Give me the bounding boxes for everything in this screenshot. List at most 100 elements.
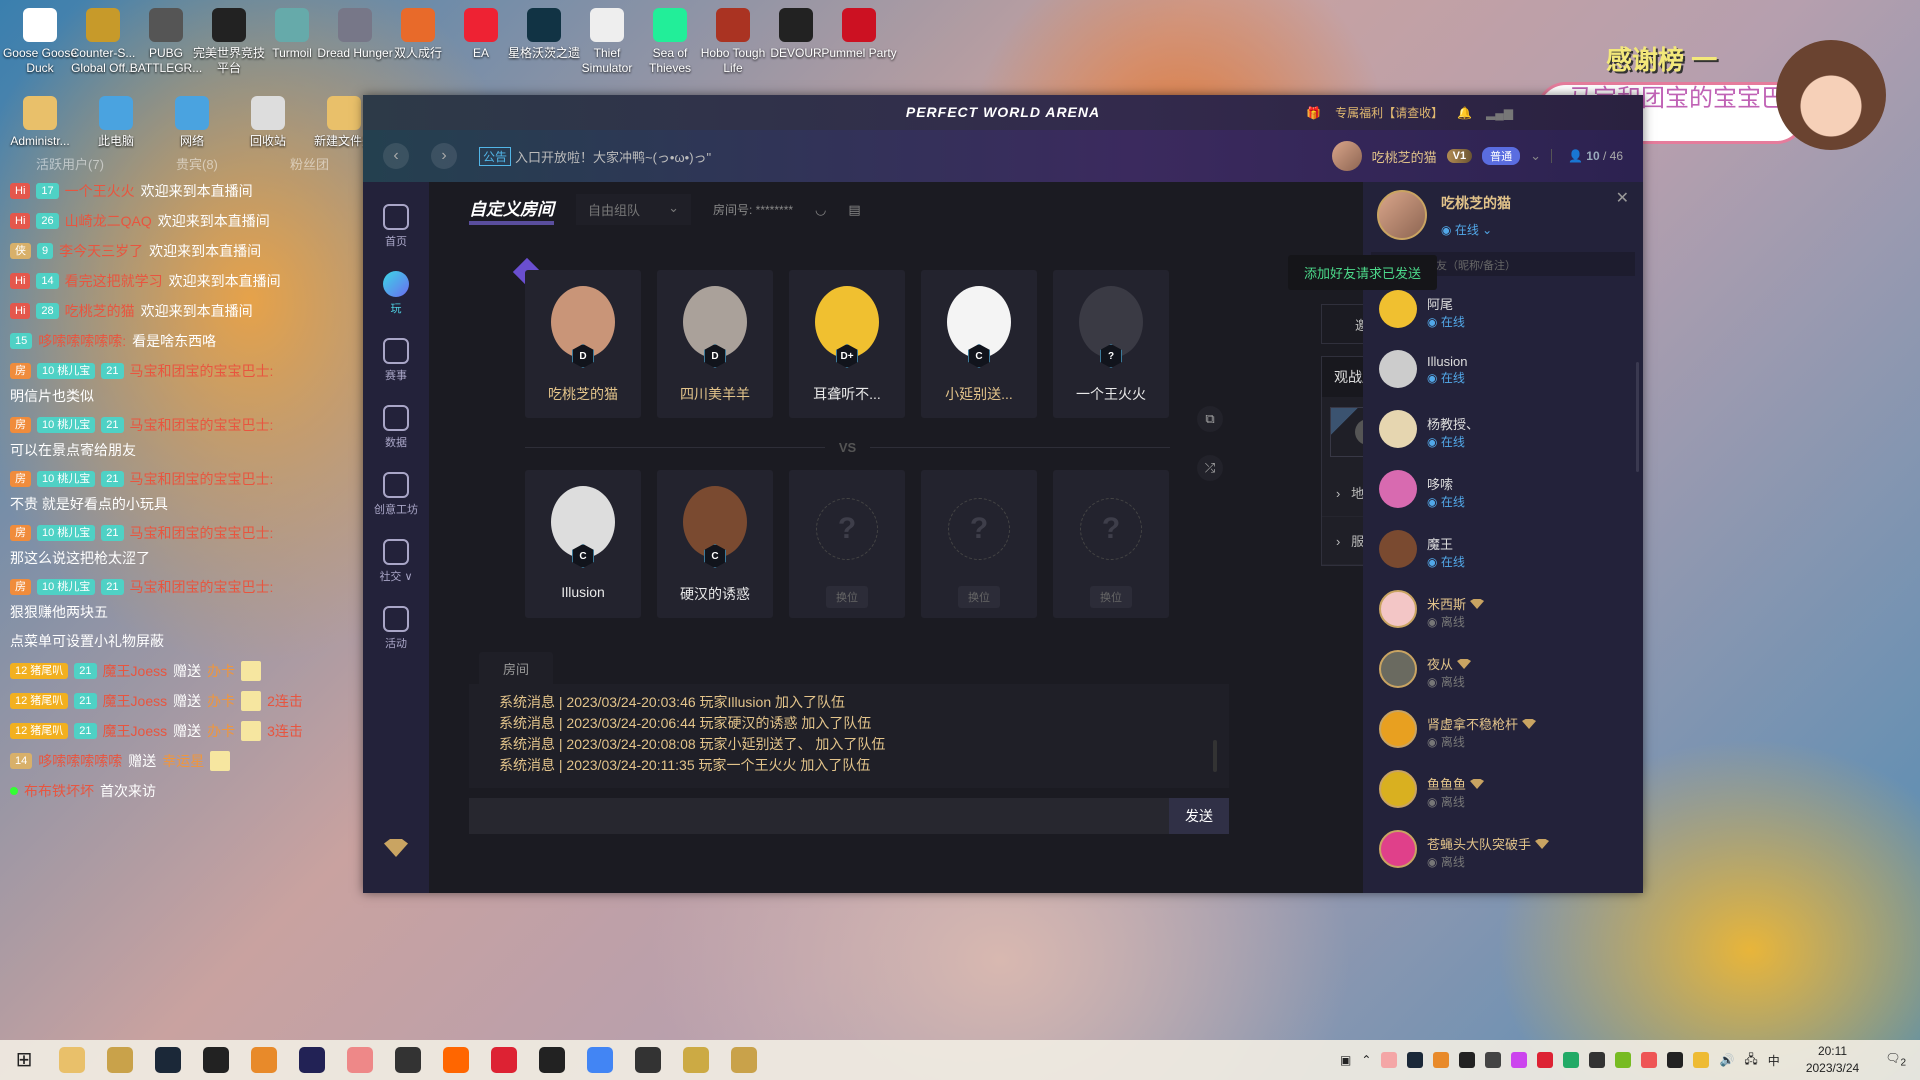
friend-item[interactable]: 魔王 ◉ 在线 <box>1363 524 1643 584</box>
pet2-icon[interactable] <box>731 1047 757 1073</box>
sidebar-item[interactable]: 赛事 <box>363 338 429 383</box>
send-button[interactable]: 发送 <box>1169 798 1229 834</box>
shield-tray-icon[interactable] <box>1589 1052 1606 1068</box>
friend-item[interactable]: 鱼鱼鱼 ◉ 离线 <box>1363 764 1643 824</box>
empty-slot[interactable]: ? 换位 <box>921 470 1037 618</box>
stream-tab[interactable]: 贵宾(8) <box>176 154 218 173</box>
notification-center-icon[interactable]: 🗨2 <box>1885 1051 1906 1068</box>
news-icon[interactable]: ▣ <box>1340 1053 1351 1067</box>
player-slot[interactable]: C 小延别送... <box>921 270 1037 418</box>
speaker-tray-icon[interactable] <box>1641 1052 1658 1068</box>
sidebar-item[interactable]: 活动 <box>363 606 429 651</box>
log-scrollbar[interactable] <box>1213 740 1217 772</box>
desktop-icon[interactable]: 回收站 <box>230 88 306 149</box>
arena-icon[interactable] <box>299 1047 325 1073</box>
friend-item[interactable]: 肾虚拿不稳枪杆 ◉ 离线 <box>1363 704 1643 764</box>
welfare-link[interactable]: 专属福利【请查收】 <box>1335 104 1443 121</box>
notice-text[interactable]: 入口开放啦！大家冲鸭~(っ•ω•)っ" <box>515 147 711 166</box>
my-status[interactable]: ◉ 在线 ⌄ <box>1441 221 1511 238</box>
pet-tray-icon[interactable] <box>1693 1052 1710 1068</box>
friend-item[interactable]: 苍蝇头大队突破手 ◉ 离线 <box>1363 824 1643 884</box>
ime-indicator[interactable]: 中 <box>1768 1052 1780 1069</box>
friend-item[interactable]: 米西斯 ◉ 离线 <box>1363 584 1643 644</box>
browser-icon[interactable] <box>347 1047 373 1073</box>
player-slot[interactable]: D 吃桃芝的猫 <box>525 270 641 418</box>
steam-tray-icon[interactable] <box>1407 1052 1424 1068</box>
friend-item[interactable]: 夜从 ◉ 离线 <box>1363 644 1643 704</box>
game-tray-icon[interactable] <box>1433 1052 1450 1068</box>
clock[interactable]: 20:11 2023/3/24 <box>1806 1043 1859 1077</box>
sidebar-item[interactable]: 创意工坊 <box>363 472 429 517</box>
netease-tray-icon[interactable] <box>1537 1052 1554 1068</box>
start-icon[interactable]: ⊞ <box>11 1047 37 1073</box>
shuffle-icon[interactable]: ⤮ <box>1197 455 1223 481</box>
diamond-icon[interactable] <box>384 839 408 857</box>
desktop-icon[interactable]: 此电脑 <box>78 88 154 149</box>
welcome-text: 欢迎来到本直播间 <box>168 273 281 289</box>
bell-icon[interactable]: 🔔 <box>1457 106 1472 120</box>
arena2-icon[interactable] <box>683 1047 709 1073</box>
netease-icon[interactable] <box>491 1047 517 1073</box>
player-slot[interactable]: D 四川美羊羊 <box>657 270 773 418</box>
chat-input[interactable] <box>469 798 1169 834</box>
obs-tray-icon[interactable] <box>1667 1052 1684 1068</box>
mic-tray-icon[interactable] <box>1459 1052 1476 1068</box>
stream-tab[interactable]: 活跃用户(7) <box>36 154 104 173</box>
nvidia-tray-icon[interactable] <box>1615 1052 1632 1068</box>
chevron-up-icon[interactable]: ⌃ <box>1361 1053 1371 1067</box>
volume-icon[interactable]: 🔊 <box>1719 1053 1734 1067</box>
gift-verb: 赠送 <box>173 723 202 739</box>
swap-teams-icon[interactable]: ⧉ <box>1197 406 1223 432</box>
steamtool-icon[interactable] <box>635 1047 661 1073</box>
back-button[interactable]: ‹ <box>383 143 409 169</box>
friend-item[interactable]: Illusion ◉ 在线 <box>1363 344 1643 404</box>
purple-tray-icon[interactable] <box>1511 1052 1528 1068</box>
desktop-icon[interactable]: Administr... <box>2 88 78 149</box>
desktop-icon[interactable]: Pummel Party <box>821 0 897 61</box>
qq-icon[interactable] <box>203 1047 229 1073</box>
user-avatar[interactable] <box>1331 141 1362 171</box>
player-slot[interactable]: ? 一个王火火 <box>1053 270 1169 418</box>
obs-icon[interactable] <box>395 1047 421 1073</box>
player-slot[interactable]: C Illusion <box>525 470 641 618</box>
player-slot[interactable]: D+ 耳聋听不... <box>789 270 905 418</box>
orange-icon[interactable] <box>443 1047 469 1073</box>
swap-position-button[interactable]: 换位 <box>1090 586 1132 608</box>
desktop-icon[interactable]: 网络 <box>154 88 230 149</box>
sidebar-item[interactable]: 首页 <box>363 204 429 249</box>
eye-closed-icon[interactable]: ◡ <box>815 202 826 218</box>
swap-position-button[interactable]: 换位 <box>958 586 1000 608</box>
friend-item[interactable]: 杨教授、 ◉ 在线 <box>1363 404 1643 464</box>
cloud-tray-icon[interactable] <box>1563 1052 1580 1068</box>
title-bar[interactable]: PERFECT WORLD ARENA 🎁 专属福利【请查收】 🔔 ▂▄▆ <box>363 95 1643 130</box>
friend-item[interactable]: 阿尾 ◉ 在线 <box>1363 284 1643 344</box>
tab-room[interactable]: 房间 <box>479 652 553 684</box>
empty-slot[interactable]: ? 换位 <box>789 470 905 618</box>
friend-list-scrollbar[interactable] <box>1636 362 1639 472</box>
friend-count[interactable]: 👤 10 / 46 <box>1550 149 1623 163</box>
user-name[interactable]: 吃桃芝的猫 <box>1372 147 1437 166</box>
chevron-down-icon[interactable]: ⌄ <box>1530 148 1541 164</box>
pet-icon[interactable] <box>107 1047 133 1073</box>
pink-tray-icon[interactable] <box>1381 1052 1398 1068</box>
folder-icon[interactable] <box>59 1047 85 1073</box>
copy-icon[interactable]: ▤ <box>848 202 860 218</box>
chrome-icon[interactable] <box>587 1047 613 1073</box>
game-icon[interactable] <box>539 1047 565 1073</box>
forward-button[interactable]: › <box>431 143 457 169</box>
empty-slot[interactable]: ? 换位 <box>1053 470 1169 618</box>
stream-tab[interactable]: 粉丝团 <box>290 154 329 173</box>
network-icon[interactable]: 🖧 <box>1744 1050 1757 1071</box>
mode-select[interactable]: 自由组队 ⌄ <box>576 194 691 225</box>
player-slot[interactable]: C 硬汉的诱惑 <box>657 470 773 618</box>
steam-icon[interactable] <box>155 1047 181 1073</box>
sogou-icon[interactable] <box>251 1047 277 1073</box>
swap-position-button[interactable]: 换位 <box>826 586 868 608</box>
my-avatar[interactable] <box>1377 190 1427 240</box>
close-icon[interactable]: ✕ <box>1616 188 1629 208</box>
cam-tray-icon[interactable] <box>1485 1052 1502 1068</box>
sidebar-item[interactable]: 数据 <box>363 405 429 450</box>
sidebar-item[interactable]: 玩 <box>363 271 429 316</box>
friend-item[interactable]: 哆嗦 ◉ 在线 <box>1363 464 1643 524</box>
sidebar-item[interactable]: 社交 ∨ <box>363 539 429 584</box>
